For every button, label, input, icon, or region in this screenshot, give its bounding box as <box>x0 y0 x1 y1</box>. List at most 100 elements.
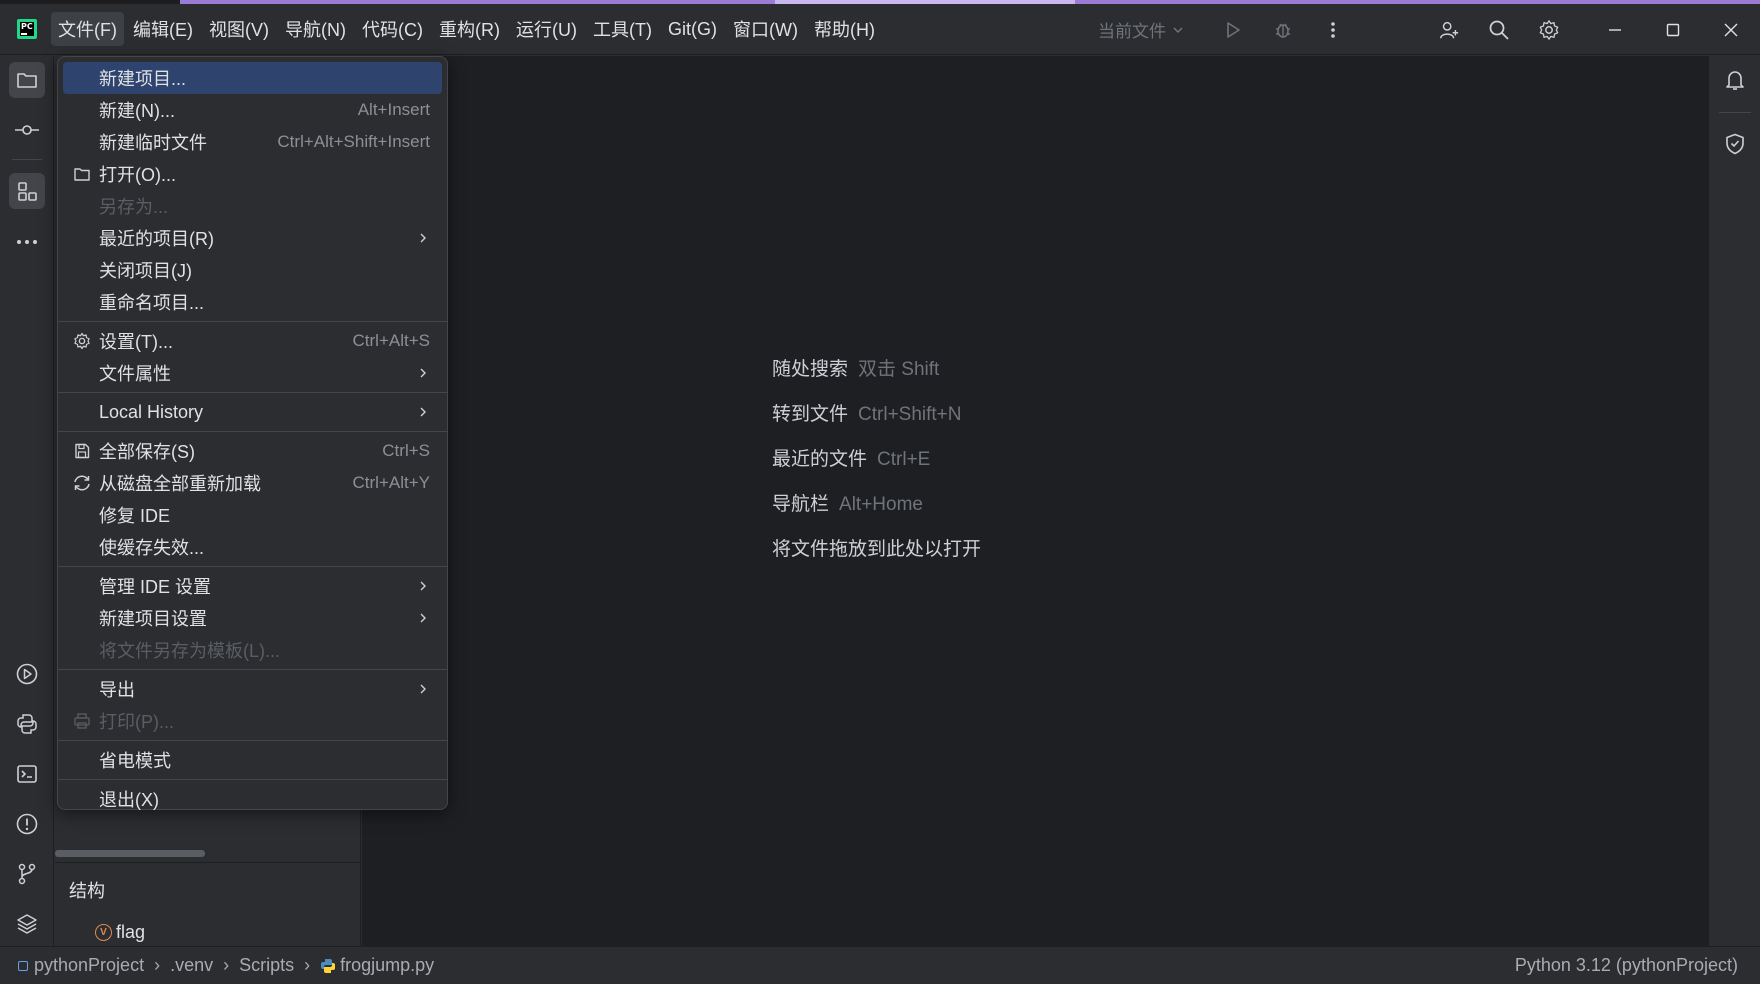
add-user-icon[interactable] <box>1438 19 1460 41</box>
menu-item-recent-projects[interactable]: 最近的项目(R) <box>63 222 442 254</box>
right-tool-window-bar <box>1708 56 1760 946</box>
minimize-button[interactable] <box>1586 4 1644 55</box>
close-window-button[interactable] <box>1702 4 1760 55</box>
hint-recent-files: 最近的文件 Ctrl+E <box>772 449 931 470</box>
close-icon <box>1724 23 1738 36</box>
menu-item-save-as-template: 将文件另存为模板(L)... <box>99 641 281 661</box>
structure-title: 结构 <box>69 881 105 901</box>
menu-item-settings[interactable]: 设置(T)... Ctrl+Alt+S <box>63 325 442 357</box>
maximize-button[interactable] <box>1644 4 1702 55</box>
run-config-selector[interactable]: 当前文件 <box>1098 17 1184 42</box>
variable-icon: V <box>95 924 112 941</box>
file-menu-dropdown: 新建项目... 新建(N)... Alt+Insert 新建临时文件 Ctrl+… <box>57 56 448 810</box>
menu-item-save-all[interactable]: 全部保存(S) Ctrl+S <box>63 435 442 467</box>
hint-drop-files: 将文件拖放到此处以打开 <box>772 539 982 560</box>
printer-icon <box>72 711 92 731</box>
more-vertical-icon[interactable] <box>1322 19 1344 41</box>
hint-search-everywhere: 随处搜索 双击 Shift <box>772 359 940 380</box>
structure-item[interactable]: V flag <box>95 922 145 943</box>
folder-icon <box>72 164 92 184</box>
menu-item-new-scratch[interactable]: 新建临时文件 Ctrl+Alt+Shift+Insert <box>63 126 442 158</box>
gear-icon[interactable] <box>1538 19 1560 41</box>
menu-item-new-project[interactable]: 新建项目... <box>63 62 442 94</box>
hint-navigation-bar: 导航栏 Alt+Home <box>772 494 923 515</box>
more-horizontal-icon[interactable] <box>9 224 45 260</box>
run-config-label: 当前文件 <box>1098 22 1166 41</box>
chevron-right-icon <box>418 679 428 700</box>
breadcrumb-separator-icon: › <box>154 955 161 975</box>
menu-item-rename-project[interactable]: 重命名项目... <box>63 286 442 318</box>
breadcrumb-project[interactable]: pythonProject <box>18 955 144 976</box>
chevron-right-icon <box>418 363 428 384</box>
gear-icon <box>72 331 92 351</box>
chevron-down-icon <box>1173 26 1183 33</box>
menu-item-open[interactable]: 打开(O)... <box>63 158 442 190</box>
debug-icon[interactable] <box>1272 19 1294 41</box>
refresh-icon <box>72 473 92 493</box>
python-file-icon <box>321 958 336 973</box>
chevron-right-icon <box>418 576 428 597</box>
breadcrumb-scripts[interactable]: Scripts <box>239 955 294 976</box>
menu-item-file-properties[interactable]: 文件属性 <box>63 357 442 389</box>
menu-item-exit[interactable]: 退出(X) <box>63 783 442 815</box>
security-shield-icon[interactable] <box>1721 130 1749 158</box>
minimize-icon <box>1609 28 1621 31</box>
layers-icon[interactable] <box>9 906 45 942</box>
menu-run[interactable]: 运行(U) <box>509 12 584 46</box>
project-module-icon <box>18 960 28 971</box>
notifications-bell-icon[interactable] <box>1721 66 1749 94</box>
menu-view[interactable]: 视图(V) <box>202 12 276 46</box>
menu-item-new-project-setup[interactable]: 新建项目设置 <box>63 602 442 634</box>
pycharm-logo-icon: PC <box>17 19 37 39</box>
left-tool-window-bar <box>0 56 54 946</box>
menu-item-close-project[interactable]: 关闭项目(J) <box>63 254 442 286</box>
title-bar: PC 文件(F) 编辑(E) 视图(V) 导航(N) 代码(C) 重构(R) 运… <box>0 4 1760 55</box>
menu-item-manage-ide-settings[interactable]: 管理 IDE 设置 <box>63 570 442 602</box>
maximize-icon <box>1666 23 1680 36</box>
menu-git[interactable]: Git(G) <box>661 15 724 44</box>
services-run-icon[interactable] <box>9 656 45 692</box>
menu-item-new[interactable]: 新建(N)... Alt+Insert <box>63 94 442 126</box>
search-icon[interactable] <box>1488 19 1510 41</box>
project-folder-icon[interactable] <box>9 62 45 98</box>
menu-file[interactable]: 文件(F) <box>51 12 124 46</box>
menu-help[interactable]: 帮助(H) <box>807 12 882 46</box>
menu-window[interactable]: 窗口(W) <box>726 12 805 46</box>
breadcrumb-separator-icon: › <box>304 955 311 975</box>
editor-area[interactable]: 随处搜索 双击 Shift 转到文件 Ctrl+Shift+N 最近的文件 Ctrl+… <box>362 56 1708 946</box>
commit-icon[interactable] <box>9 112 45 148</box>
terminal-icon[interactable] <box>9 756 45 792</box>
python-console-icon[interactable] <box>9 706 45 742</box>
horizontal-scrollbar[interactable] <box>55 850 205 857</box>
save-disk-icon <box>72 441 92 461</box>
main-menu-bar: 文件(F) 编辑(E) 视图(V) 导航(N) 代码(C) 重构(R) 运行(U… <box>51 4 884 54</box>
menu-refactor[interactable]: 重构(R) <box>432 12 507 46</box>
menu-item-export[interactable]: 导出 <box>63 673 442 705</box>
git-branch-icon[interactable] <box>9 856 45 892</box>
problems-icon[interactable] <box>9 806 45 842</box>
interpreter-widget[interactable]: Python 3.12 (pythonProject) <box>1515 955 1738 976</box>
menu-item-save-as: 另存为... <box>99 197 169 217</box>
menu-item-power-save[interactable]: 省电模式 <box>63 744 442 776</box>
menu-item-invalidate-caches[interactable]: 使缓存失效... <box>63 531 442 563</box>
menu-item-reload-all[interactable]: 从磁盘全部重新加载 Ctrl+Alt+Y <box>63 467 442 499</box>
menu-navigate[interactable]: 导航(N) <box>278 12 353 46</box>
status-bar: pythonProject › .venv › Scripts › frogju… <box>0 946 1760 984</box>
chevron-right-icon <box>418 228 428 249</box>
breadcrumb-separator-icon: › <box>223 955 230 975</box>
menu-edit[interactable]: 编辑(E) <box>126 12 200 46</box>
menu-item-local-history[interactable]: Local History <box>63 396 442 428</box>
menu-item-print: 打印(P)... <box>63 705 442 737</box>
menu-item-repair-ide[interactable]: 修复 IDE <box>63 499 442 531</box>
hint-goto-file: 转到文件 Ctrl+Shift+N <box>772 404 962 425</box>
menu-code[interactable]: 代码(C) <box>355 12 430 46</box>
structure-item-label: flag <box>116 922 146 942</box>
breadcrumb-file[interactable]: frogjump.py <box>320 955 434 976</box>
structure-icon[interactable] <box>9 173 45 209</box>
run-icon[interactable] <box>1222 19 1244 41</box>
chevron-right-icon <box>418 402 428 423</box>
menu-tools[interactable]: 工具(T) <box>586 12 659 46</box>
chevron-right-icon <box>418 608 428 629</box>
breadcrumb: pythonProject › .venv › Scripts › frogju… <box>18 955 434 976</box>
breadcrumb-venv[interactable]: .venv <box>170 955 213 976</box>
